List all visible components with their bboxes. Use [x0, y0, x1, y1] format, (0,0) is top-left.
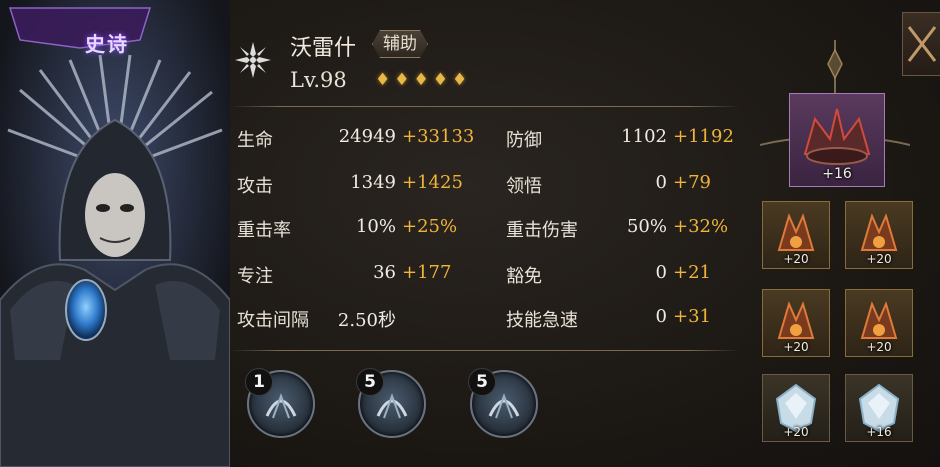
hero-level: Lv.98: [290, 68, 347, 92]
hero-portrait-art: [0, 0, 230, 467]
stat-base-value: 0: [655, 306, 667, 327]
hero-name: 沃雷什: [290, 36, 357, 61]
hero-portrait: 史诗: [0, 0, 230, 467]
close-button[interactable]: [902, 12, 940, 76]
main-equipment-value: +16: [822, 166, 852, 182]
stat-base-value: 0: [655, 262, 667, 283]
stat-base-value: 50%: [626, 216, 667, 237]
stat-bonus-value: +33133: [402, 126, 475, 147]
equipment-enhance-value: +20: [783, 252, 809, 266]
stat-base-value: 36: [373, 262, 396, 283]
stat-bonus-value: +79: [673, 172, 711, 193]
stat-base-value: 1102: [621, 126, 667, 147]
equipment-enhance-value: +20: [783, 340, 809, 354]
skill-level-badge: 5: [468, 368, 496, 396]
stat-bonus-value: +25%: [402, 216, 458, 237]
star-icon: ♦: [375, 70, 391, 90]
star-icon: ♦: [432, 70, 448, 90]
close-icon: [907, 26, 937, 62]
stats-divider: [230, 350, 740, 351]
stat-label: 豁免: [506, 266, 542, 287]
stat-base-value: 1349: [350, 172, 396, 193]
stat-label: 专注: [237, 266, 273, 287]
stat-bonus-value: +1192: [673, 126, 734, 147]
equipment-slot[interactable]: +20: [762, 374, 830, 442]
equipment-slot[interactable]: +20: [762, 201, 830, 269]
equipment-enhance-value: +20: [866, 340, 892, 354]
stat-base-value: 10%: [355, 216, 396, 237]
equipment-enhance-value: +20: [866, 252, 892, 266]
equipment-slot[interactable]: +20: [762, 289, 830, 357]
stat-label: 重击伤害: [506, 220, 578, 241]
hero-detail-panel: 史诗 沃雷什 辅助 Lv.98 ♦ ♦ ♦ ♦ ♦ 生命 24949 +33133 防御 110…: [0, 0, 940, 467]
skill-level-badge: 1: [245, 368, 273, 396]
equipment-enhance-value: +16: [866, 425, 892, 439]
stat-base-value: 24949: [338, 126, 396, 147]
star-icon: ♦: [394, 70, 410, 90]
stat-base-value: 0: [655, 172, 667, 193]
stat-bonus-value: +32%: [673, 216, 729, 237]
stat-bonus-value: +1425: [402, 172, 463, 193]
stat-base-value: 2.50秒: [337, 310, 396, 331]
stat-label: 技能急速: [506, 310, 578, 331]
main-equipment-slot[interactable]: +16: [789, 93, 885, 187]
stat-bonus-value: +177: [402, 262, 452, 283]
equipment-slot[interactable]: +16: [845, 374, 913, 442]
stat-label: 生命: [237, 130, 273, 151]
stat-label: 防御: [506, 130, 542, 151]
support-class-icon: [235, 42, 271, 78]
equipment-slot[interactable]: +20: [845, 201, 913, 269]
header-divider: [230, 106, 740, 107]
star-rating: ♦ ♦ ♦ ♦ ♦: [375, 70, 467, 90]
stat-bonus-value: +21: [673, 262, 711, 283]
stat-label: 重击率: [237, 220, 291, 241]
star-icon: ♦: [413, 70, 429, 90]
role-badge: 辅助: [372, 30, 428, 58]
equipment-slot[interactable]: +20: [845, 289, 913, 357]
stat-label: 领悟: [506, 176, 542, 197]
stat-bonus-value: +31: [673, 306, 711, 327]
rarity-label: 史诗: [85, 32, 129, 56]
skill-level-badge: 5: [356, 368, 384, 396]
stat-label: 攻击间隔: [237, 310, 309, 331]
equipment-enhance-value: +20: [783, 425, 809, 439]
stat-label: 攻击: [237, 176, 273, 197]
star-icon: ♦: [452, 70, 468, 90]
